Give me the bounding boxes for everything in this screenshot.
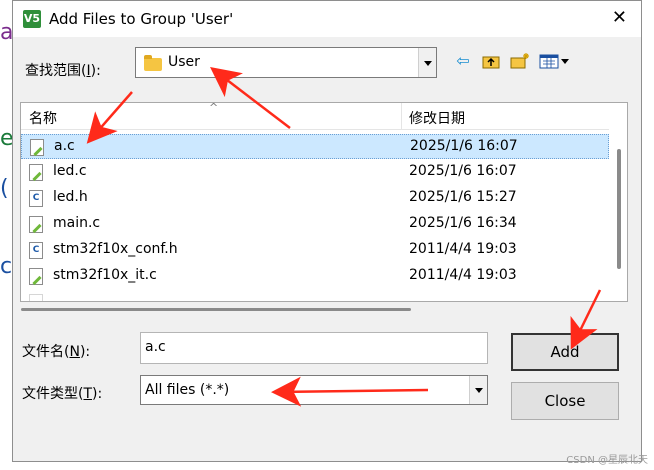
title-bar: V5 Add Files to Group 'User' ✕	[13, 1, 641, 37]
file-name-label: 文件名(N):	[22, 344, 91, 360]
background-char: (	[0, 176, 9, 201]
edit-file-icon	[30, 139, 44, 156]
edit-file-icon	[29, 216, 43, 233]
file-type-dropdown[interactable]: All files (*.*)	[140, 375, 488, 405]
file-name-input[interactable]: a.c	[140, 332, 488, 364]
file-row-stm32f10x-conf-h[interactable]: C stm32f10x_conf.h 2011/4/4 19:03	[21, 238, 609, 263]
view-menu-icon[interactable]	[539, 51, 573, 71]
new-folder-icon[interactable]	[509, 51, 529, 71]
file-date: 2025/1/6 15:27	[409, 189, 517, 205]
file-name: stm32f10x_it.c	[53, 267, 157, 283]
watermark: CSDN @星辰北天	[566, 455, 648, 466]
edit-file-icon	[29, 268, 43, 285]
file-type-label: 文件类型(T):	[22, 386, 103, 402]
file-row-main-c[interactable]: main.c 2025/1/6 16:34	[21, 212, 609, 237]
edit-file-icon	[29, 164, 43, 181]
folder-up-icon[interactable]	[481, 51, 501, 71]
c-file-icon	[29, 294, 43, 301]
file-row-led-c[interactable]: led.c 2025/1/6 16:07	[21, 160, 609, 185]
vertical-scrollbar[interactable]	[609, 129, 627, 301]
folder-icon	[144, 55, 162, 71]
chevron-down-icon[interactable]	[418, 48, 436, 77]
file-date: 2011/4/4 19:03	[409, 267, 517, 283]
look-in-dropdown[interactable]: User	[135, 47, 437, 78]
file-name: a.c	[54, 138, 75, 154]
file-name: main.c	[53, 215, 101, 231]
add-button[interactable]: Add	[511, 333, 619, 371]
file-row-a-c[interactable]: a.c 2025/1/6 16:07	[21, 134, 609, 159]
file-row-stm32f10x-it-c[interactable]: stm32f10x_it.c 2011/4/4 19:03	[21, 264, 609, 289]
add-files-dialog: V5 Add Files to Group 'User' ✕ 查找范围(I): …	[12, 0, 642, 462]
file-row-partial[interactable]	[21, 290, 609, 301]
background-char: c	[0, 254, 13, 279]
look-in-label: 查找范围(I):	[25, 63, 101, 79]
file-name: stm32f10x_conf.h	[53, 241, 178, 257]
file-name: led.h	[53, 189, 88, 205]
look-in-value: User	[168, 54, 200, 70]
column-divider[interactable]	[401, 103, 402, 129]
back-arrow-icon[interactable]: ⇦	[453, 51, 473, 71]
close-button[interactable]: Close	[511, 382, 619, 420]
window-title: Add Files to Group 'User'	[49, 10, 234, 28]
file-type-value: All files (*.*)	[145, 382, 230, 398]
c-file-icon: C	[29, 242, 43, 259]
file-date: 2025/1/6 16:07	[410, 138, 518, 154]
scrollbar-thumb[interactable]	[617, 149, 621, 269]
file-list[interactable]: 名称 ^ 修改日期 a.c 2025/1/6 16:07 led.c 2025/…	[20, 102, 628, 302]
file-date: 2025/1/6 16:34	[409, 215, 517, 231]
column-modified-date[interactable]: 修改日期	[409, 108, 465, 128]
sort-caret-icon: ^	[209, 102, 219, 114]
column-name[interactable]: 名称	[29, 108, 57, 128]
file-date: 2025/1/6 16:07	[409, 163, 517, 179]
horizontal-scrollbar-thumb[interactable]	[21, 308, 411, 311]
chevron-down-icon[interactable]	[469, 376, 487, 404]
file-row-led-h[interactable]: C led.h 2025/1/6 15:27	[21, 186, 609, 211]
file-list-header: 名称 ^ 修改日期	[21, 103, 627, 130]
close-icon[interactable]: ✕	[612, 7, 627, 28]
file-name: led.c	[53, 163, 87, 179]
file-date: 2011/4/4 19:03	[409, 241, 517, 257]
c-file-icon: C	[29, 190, 43, 207]
keil-app-icon: V5	[23, 10, 41, 28]
